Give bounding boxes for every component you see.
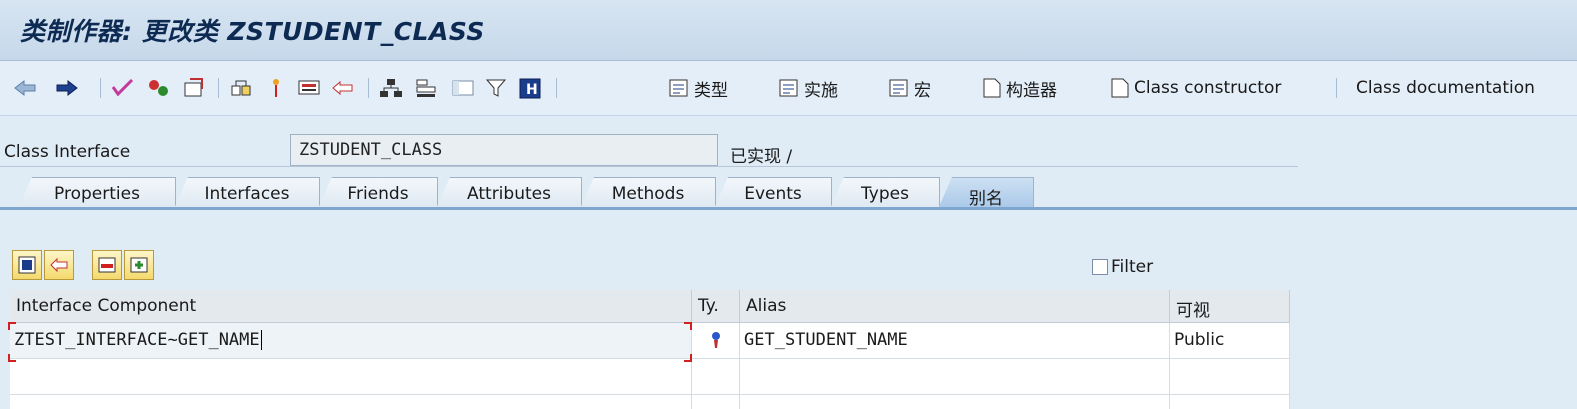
display-object-list-icon[interactable] (296, 75, 322, 101)
hierarchy-icon[interactable] (378, 75, 404, 101)
interface-component-value: ZTEST_INTERFACE~GET_NAME (14, 330, 260, 350)
focus-bracket (8, 354, 16, 362)
tab-events[interactable]: Events (714, 177, 832, 209)
focus-bracket (8, 322, 16, 330)
document-lines-icon (889, 79, 908, 97)
empty-cell[interactable] (740, 359, 1170, 395)
delete-row-icon (98, 257, 116, 273)
divider (0, 166, 1298, 167)
toolbar-separator (100, 78, 101, 98)
cell-visibility[interactable]: Public (1170, 323, 1290, 359)
empty-cell[interactable] (1170, 359, 1290, 395)
focus-bracket (684, 354, 692, 362)
filter-icon[interactable] (484, 75, 510, 101)
empty-cell (692, 395, 740, 409)
navigate-icon (50, 257, 68, 273)
blank-document-icon (983, 78, 1001, 98)
grid-toolbar (12, 250, 154, 282)
cell-interface-component[interactable]: ZTEST_INTERFACE~GET_NAME (10, 323, 692, 359)
macros-label: 宏 (914, 80, 931, 101)
filter-toggle[interactable]: Filter (1092, 257, 1153, 277)
toolbar-separator (368, 78, 369, 98)
empty-cell (10, 395, 692, 409)
implementation-status: 已实现 / (730, 147, 793, 167)
document-lines-icon (779, 79, 798, 97)
activate-icon[interactable] (146, 75, 172, 101)
tab-methods[interactable]: Methods (580, 177, 716, 209)
class-documentation-button[interactable]: Class documentation (1356, 75, 1535, 101)
info-icon[interactable]: H (518, 75, 544, 101)
cell-type (692, 323, 740, 359)
text-cursor (260, 330, 262, 350)
types-button[interactable]: 类型 (668, 75, 728, 101)
test-icon[interactable] (182, 75, 208, 101)
filter-label: Filter (1111, 257, 1154, 277)
class-constructor-label: Class constructor (1134, 78, 1282, 98)
window-icon[interactable] (450, 75, 476, 101)
tab-properties[interactable]: Properties (18, 177, 176, 209)
constructor-button[interactable]: 构造器 (982, 75, 1057, 101)
where-used-icon[interactable] (228, 75, 254, 101)
tab-strip: Properties Interfaces Friends Attributes… (0, 174, 1577, 210)
constructor-label: 构造器 (1006, 80, 1057, 101)
tab-types[interactable]: Types (830, 177, 940, 209)
check-icon[interactable] (110, 75, 136, 101)
document-lines-icon (669, 79, 688, 97)
method-icon (711, 332, 720, 348)
focus-bracket (684, 322, 692, 330)
toolbar-separator (1336, 78, 1337, 98)
detail-icon (18, 256, 36, 274)
navigate-button[interactable] (44, 250, 74, 280)
delete-row-button[interactable] (92, 250, 122, 280)
class-interface-field[interactable]: ZSTUDENT_CLASS (290, 134, 718, 166)
implementation-button[interactable]: 实施 (778, 75, 838, 101)
column-header-alias[interactable]: Alias (740, 290, 1170, 323)
pin-icon[interactable] (268, 75, 284, 101)
column-header-visibility[interactable]: 可视 (1170, 290, 1290, 323)
class-interface-row: Class Interface ZSTUDENT_CLASS 已实现 / (0, 130, 1577, 175)
column-header-type[interactable]: Ty. (692, 290, 740, 323)
column-header-interface-component[interactable]: Interface Component (10, 290, 692, 323)
empty-cell[interactable] (10, 359, 692, 395)
application-toolbar: H 类型 实施 宏 构造器 Class constructor Class do… (0, 61, 1577, 116)
tab-attributes[interactable]: Attributes (436, 177, 582, 209)
window-title: 类制作器: 更改类 ZSTUDENT_CLASS (20, 17, 485, 46)
empty-cell (692, 359, 740, 395)
back-arrow-icon[interactable] (12, 75, 38, 101)
toolbar-separator (218, 78, 219, 98)
structure-icon[interactable] (414, 75, 440, 101)
class-interface-label: Class Interface (4, 142, 131, 162)
implementation-label: 实施 (804, 80, 838, 101)
class-constructor-button[interactable]: Class constructor (1110, 75, 1281, 101)
cell-alias[interactable]: GET_STUDENT_NAME (740, 323, 1170, 359)
class-documentation-label: Class documentation (1356, 78, 1535, 98)
empty-cell (740, 395, 1170, 409)
svg-text:H: H (526, 82, 538, 98)
insert-row-icon (130, 257, 148, 273)
types-label: 类型 (694, 80, 728, 101)
insert-row-button[interactable] (124, 250, 154, 280)
tab-aliases[interactable]: 别名 (938, 177, 1034, 209)
detail-view-button[interactable] (12, 250, 42, 280)
title-bar: 类制作器: 更改类 ZSTUDENT_CLASS (0, 0, 1577, 61)
blank-document-icon (1111, 78, 1129, 98)
forward-arrow-icon[interactable] (54, 75, 80, 101)
tab-friends[interactable]: Friends (318, 177, 438, 209)
filter-checkbox[interactable] (1092, 259, 1108, 275)
macros-button[interactable]: 宏 (888, 75, 931, 101)
toolbar-separator (556, 78, 557, 98)
tab-interfaces[interactable]: Interfaces (174, 177, 320, 209)
navigate-icon[interactable] (330, 75, 356, 101)
empty-cell (1170, 395, 1290, 409)
